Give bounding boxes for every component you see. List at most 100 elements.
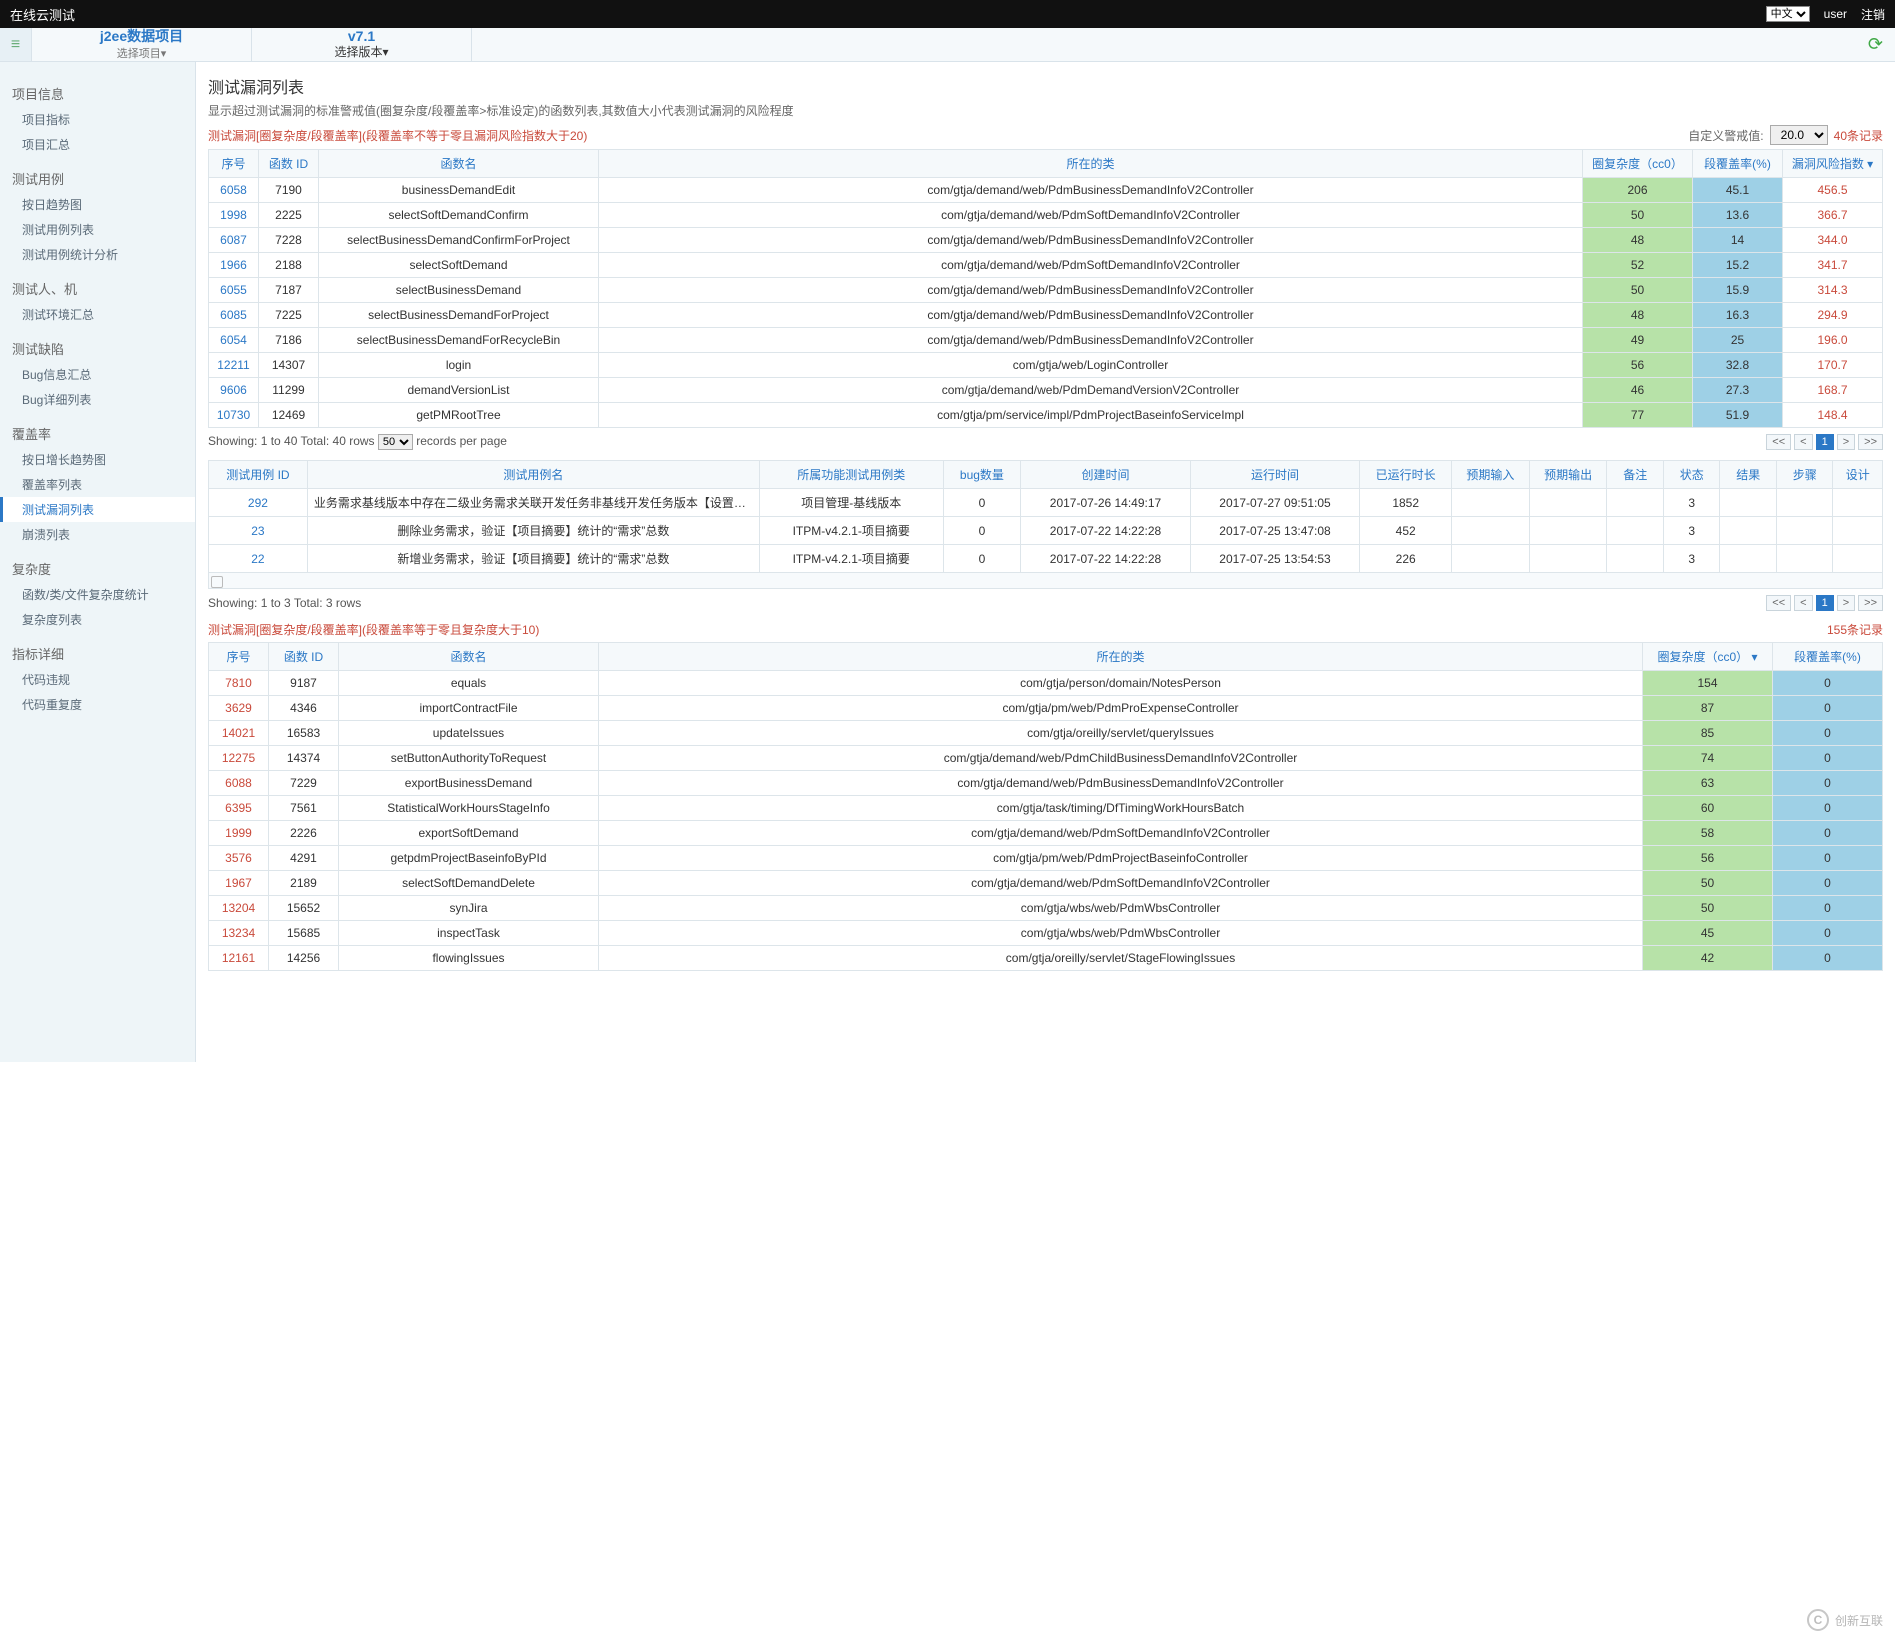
table-row[interactable]: 1216114256flowingIssuescom/gtja/oreilly/… — [209, 946, 1883, 971]
column-header[interactable]: 设计 — [1833, 461, 1883, 489]
refresh-icon[interactable]: ⟳ — [1868, 34, 1883, 55]
seq-link[interactable]: 1998 — [220, 208, 247, 222]
column-header[interactable]: 备注 — [1607, 461, 1664, 489]
sidebar-item[interactable]: 函数/类/文件复杂度统计 — [0, 582, 195, 607]
table-row[interactable]: 1073012469getPMRootTreecom/gtja/pm/servi… — [209, 403, 1883, 428]
table-row[interactable]: 60547186selectBusinessDemandForRecycleBi… — [209, 328, 1883, 353]
sidebar-item[interactable]: 项目指标 — [0, 107, 195, 132]
sidebar-item[interactable]: 按日趋势图 — [0, 192, 195, 217]
seq-link[interactable]: 13234 — [222, 926, 255, 940]
sidebar-item[interactable]: 测试用例统计分析 — [0, 242, 195, 267]
pager-last[interactable]: >> — [1858, 434, 1883, 450]
hamburger-icon[interactable]: ≡ — [0, 28, 32, 61]
column-header[interactable]: 预期输入 — [1452, 461, 1530, 489]
pager-first[interactable]: << — [1766, 595, 1791, 611]
table-row[interactable]: 35764291getpdmProjectBaseinfoByPIdcom/gt… — [209, 846, 1883, 871]
table-row[interactable]: 60587190businessDemandEditcom/gtja/deman… — [209, 178, 1883, 203]
pager-first[interactable]: << — [1766, 434, 1791, 450]
custom-threshold-select[interactable]: 20.0 — [1770, 125, 1828, 145]
column-header[interactable]: 所属功能测试用例类 — [759, 461, 943, 489]
seq-link[interactable]: 1967 — [225, 876, 252, 890]
pager-next[interactable]: > — [1837, 595, 1855, 611]
sidebar-item[interactable]: 复杂度列表 — [0, 607, 195, 632]
table-row[interactable]: 60877228selectBusinessDemandConfirmForPr… — [209, 228, 1883, 253]
seq-link[interactable]: 13204 — [222, 901, 255, 915]
pager-prev[interactable]: < — [1794, 595, 1812, 611]
table-row[interactable]: 23删除业务需求，验证【项目摘要】统计的“需求”总数ITPM-v4.2.1-项目… — [209, 517, 1883, 545]
table-row[interactable]: 1320415652synJiracom/gtja/wbs/web/PdmWbs… — [209, 896, 1883, 921]
seq-link[interactable]: 6054 — [220, 333, 247, 347]
table-row[interactable]: 60887229exportBusinessDemandcom/gtja/dem… — [209, 771, 1883, 796]
table-row[interactable]: 1323415685inspectTaskcom/gtja/wbs/web/Pd… — [209, 921, 1883, 946]
pager-page-1[interactable]: 1 — [1816, 595, 1834, 611]
project-block[interactable]: j2ee数据项目 选择项目▾ — [32, 28, 252, 61]
testcase-link[interactable]: 292 — [248, 496, 268, 510]
column-header[interactable]: 所在的类 — [599, 150, 1583, 178]
column-header[interactable]: 创建时间 — [1021, 461, 1191, 489]
column-header[interactable]: 圈复杂度（cc0） — [1583, 150, 1693, 178]
seq-link[interactable]: 3629 — [225, 701, 252, 715]
table-row[interactable]: 1227514374setButtonAuthorityToRequestcom… — [209, 746, 1883, 771]
column-header[interactable]: 预期输出 — [1529, 461, 1607, 489]
seq-link[interactable]: 6395 — [225, 801, 252, 815]
table-row[interactable]: 19672189selectSoftDemandDeletecom/gtja/d… — [209, 871, 1883, 896]
column-header[interactable]: 段覆盖率(%) — [1773, 643, 1883, 671]
table-row[interactable]: 60857225selectBusinessDemandForProjectco… — [209, 303, 1883, 328]
table-row[interactable]: 78109187equalscom/gtja/person/domain/Not… — [209, 671, 1883, 696]
table-row[interactable]: 292业务需求基线版本中存在二级业务需求关联开发任务非基线开发任务版本【设置基线… — [209, 489, 1883, 517]
seq-link[interactable]: 12275 — [222, 751, 255, 765]
sidebar-item[interactable]: 按日增长趋势图 — [0, 447, 195, 472]
column-header[interactable]: 函数名 — [319, 150, 599, 178]
table-row[interactable]: 1402116583updateIssuescom/gtja/oreilly/s… — [209, 721, 1883, 746]
testcase-link[interactable]: 22 — [251, 552, 264, 566]
table-row[interactable]: 22新增业务需求，验证【项目摘要】统计的“需求”总数ITPM-v4.2.1-项目… — [209, 545, 1883, 573]
table-row[interactable]: 19992226exportSoftDemandcom/gtja/demand/… — [209, 821, 1883, 846]
sidebar-item[interactable]: Bug详细列表 — [0, 387, 195, 412]
column-header[interactable]: 已运行时长 — [1360, 461, 1452, 489]
sidebar-item[interactable]: 测试漏洞列表 — [0, 497, 195, 522]
sidebar-item[interactable]: 代码违规 — [0, 667, 195, 692]
column-header[interactable]: 函数 ID — [269, 643, 339, 671]
column-header[interactable]: 函数名 — [339, 643, 599, 671]
table-row[interactable]: 1221114307logincom/gtja/web/LoginControl… — [209, 353, 1883, 378]
user-label[interactable]: user — [1824, 7, 1847, 21]
table-row[interactable]: 36294346importContractFilecom/gtja/pm/we… — [209, 696, 1883, 721]
sidebar-item[interactable]: 测试用例列表 — [0, 217, 195, 242]
column-header[interactable]: 序号 — [209, 643, 269, 671]
pager-last[interactable]: >> — [1858, 595, 1883, 611]
sidebar-item[interactable]: 测试环境汇总 — [0, 302, 195, 327]
seq-link[interactable]: 1999 — [225, 826, 252, 840]
column-header[interactable]: 圈复杂度（cc0） ▾ — [1643, 643, 1773, 671]
column-header[interactable]: 函数 ID — [259, 150, 319, 178]
seq-link[interactable]: 12161 — [222, 951, 255, 965]
page-size-select[interactable]: 50 — [378, 434, 413, 450]
column-header[interactable]: bug数量 — [943, 461, 1021, 489]
table-row[interactable]: 19662188selectSoftDemandcom/gtja/demand/… — [209, 253, 1883, 278]
column-header[interactable]: 结果 — [1720, 461, 1777, 489]
column-header[interactable]: 段覆盖率(%) — [1693, 150, 1783, 178]
logout-link[interactable]: 注销 — [1861, 6, 1885, 23]
version-block[interactable]: v7.1 选择版本▾ — [252, 28, 472, 61]
seq-link[interactable]: 6058 — [220, 183, 247, 197]
sidebar-item[interactable]: Bug信息汇总 — [0, 362, 195, 387]
seq-link[interactable]: 1966 — [220, 258, 247, 272]
table-row[interactable]: 960611299demandVersionListcom/gtja/deman… — [209, 378, 1883, 403]
sidebar-item[interactable]: 覆盖率列表 — [0, 472, 195, 497]
sidebar-item[interactable]: 代码重复度 — [0, 692, 195, 717]
column-header[interactable]: 序号 — [209, 150, 259, 178]
column-header[interactable]: 步骤 — [1776, 461, 1833, 489]
seq-link[interactable]: 6085 — [220, 308, 247, 322]
column-header[interactable]: 漏洞风险指数 ▾ — [1783, 150, 1883, 178]
horizontal-scrollbar[interactable] — [208, 573, 1883, 589]
pager-prev[interactable]: < — [1794, 434, 1812, 450]
language-select[interactable]: 中文 — [1766, 6, 1810, 22]
seq-link[interactable]: 6087 — [220, 233, 247, 247]
seq-link[interactable]: 12211 — [217, 358, 249, 372]
table-row[interactable]: 63957561StatisticalWorkHoursStageInfocom… — [209, 796, 1883, 821]
sidebar-item[interactable]: 崩溃列表 — [0, 522, 195, 547]
column-header[interactable]: 状态 — [1663, 461, 1720, 489]
seq-link[interactable]: 10730 — [217, 408, 250, 422]
seq-link[interactable]: 3576 — [225, 851, 252, 865]
testcase-link[interactable]: 23 — [251, 524, 264, 538]
seq-link[interactable]: 6088 — [225, 776, 252, 790]
